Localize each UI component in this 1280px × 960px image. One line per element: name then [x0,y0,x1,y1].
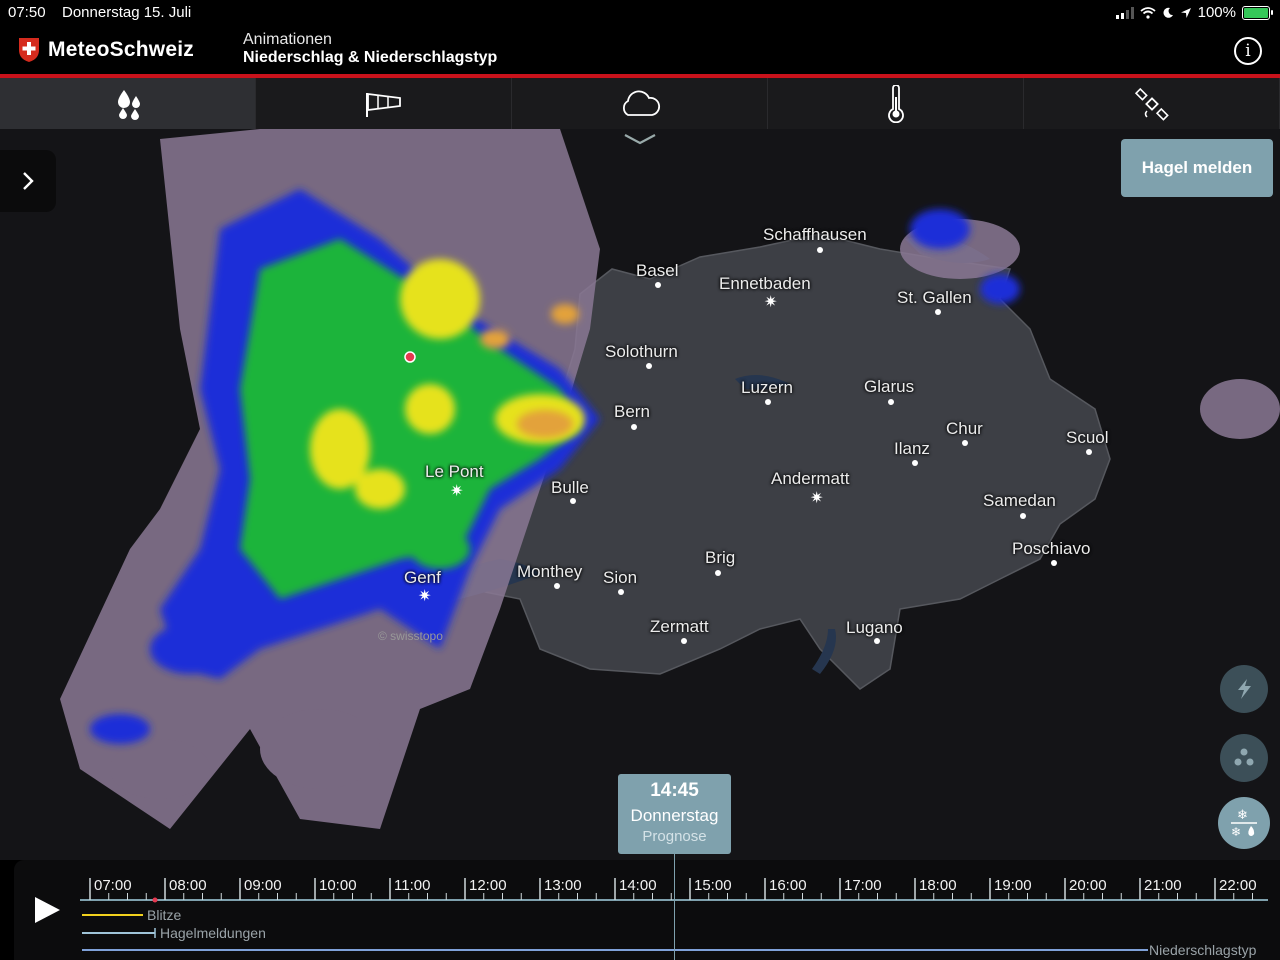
status-time: 07:50 [8,4,46,21]
timeline-tick-label: 07:00 [94,877,132,894]
city-label: Andermatt [771,469,850,488]
location-icon [1180,7,1191,18]
city-label: Brig [705,548,736,567]
timeline-cursor[interactable] [674,854,675,960]
precipitation-icon [117,89,140,120]
current-time-label: 14:45 Donnerstag Prognose [618,774,731,854]
svg-text:✷: ✷ [810,490,823,507]
swiss-shield-icon [19,38,39,62]
map-canvas: ✷ ✷ ✷ ✷ [60,129,1280,829]
windsock-icon [365,92,401,117]
timeline-tick-label: 21:00 [1144,877,1182,894]
city-label: Luzern [741,378,793,397]
tab-clouds[interactable] [512,78,768,129]
city-label: Sion [603,568,638,587]
app-header: MeteoSchweiz Animationen Niederschlag & … [0,26,1280,74]
svg-text:✷: ✷ [418,588,431,605]
page-title-line2: Niederschlag & Niederschlagstyp [243,49,498,66]
wifi-icon [1140,6,1156,19]
status-indicators: 100% [1115,4,1273,21]
legend-lightning: Blitze [147,907,182,923]
snow-rain-icon: ❄ ❄ [1231,807,1257,839]
svg-text:✷: ✷ [450,483,463,500]
city-label: Glarus [864,377,915,396]
city-label: Genf [404,568,441,587]
timeline-tick-label: 11:00 [394,877,431,894]
svg-text:❄: ❄ [1237,807,1248,822]
chevron-right-icon [23,172,34,190]
timeline-scrubber[interactable] [0,860,1280,960]
city-label: Lugano [846,618,903,637]
city-label: Poschiavo [1012,539,1091,558]
city-label: Ilanz [894,439,930,458]
timeline-tick-label: 08:00 [169,877,207,894]
drawer-toggle-button[interactable] [0,150,56,212]
city-label: St. Gallen [897,288,972,307]
forecast-type: Prognose [642,828,707,845]
brand-name: MeteoSchweiz [48,38,194,61]
city-label: Bulle [551,478,589,497]
brand-logo: MeteoSchweiz [18,37,194,63]
legend-hail-reports: Hagelmeldungen [160,925,266,941]
timeline-tick-label: 17:00 [844,877,882,894]
info-icon: i [1245,41,1251,61]
report-hail-button[interactable]: Hagel melden [1121,139,1273,197]
hail-layer-button[interactable] [1220,734,1268,782]
city-label: Monthey [517,562,583,581]
timeline-tick-label: 15:00 [694,877,732,894]
chevron-down-icon[interactable] [622,130,658,150]
city-label: Bern [614,402,650,421]
map-copyright: © swisstopo [378,629,443,643]
status-bar: 07:50 Donnerstag 15. Juli 100% [0,0,1280,26]
page-title: Animationen Niederschlag & Niederschlags… [243,31,497,67]
battery-percent: 100% [1197,4,1236,21]
timeline-tick-label: 16:00 [769,877,807,894]
page-title-line1: Animationen [243,31,332,48]
timeline-tick-label: 12:00 [469,877,507,894]
timeline-tick-label: 20:00 [1069,877,1107,894]
cloud-icon [622,89,660,116]
city-label: Solothurn [605,342,678,361]
lightning-icon [1238,679,1251,699]
city-label: Basel [636,261,679,280]
current-day: Donnerstag [630,806,719,825]
city-label: Le Pont [425,462,484,481]
tab-temperature[interactable] [768,78,1024,129]
city-label: Schaffhausen [763,225,867,244]
signal-icon [1115,6,1134,19]
precip-type-layer-button[interactable]: ❄ ❄ [1218,797,1270,849]
tab-precipitation[interactable] [0,78,256,129]
city-label: Zermatt [650,617,709,636]
tab-wind[interactable] [256,78,512,129]
city-label: Samedan [983,491,1056,510]
hail-icon [1234,748,1254,766]
layer-tabs [0,78,1280,129]
city-label: Ennetbaden [719,274,811,293]
city-label: Chur [946,419,983,438]
timeline-tick-label: 18:00 [919,877,957,894]
city-label: Scuol [1066,428,1109,447]
legend-precip-type: Niederschlagstyp [1149,942,1257,958]
thermometer-icon [887,84,904,123]
status-date: Donnerstag 15. Juli [62,4,192,21]
info-button[interactable]: i [1234,37,1262,65]
moon-icon [1163,7,1173,18]
radar-map[interactable]: ✷ ✷ ✷ ✷ Schaffhausen Basel Ennetbaden St. G… [0,129,1280,860]
timeline-tick-label: 22:00 [1219,877,1257,894]
user-location-marker [404,351,416,363]
battery-icon [1242,5,1273,20]
svg-text:❄: ❄ [1231,825,1241,839]
svg-text:✷: ✷ [764,294,777,311]
current-time: 14:45 [650,780,699,801]
satellite-icon [1134,87,1169,121]
timeline-tick-label: 14:00 [619,877,657,894]
timeline-tick-label: 09:00 [244,877,282,894]
timeline-tick-label: 19:00 [994,877,1032,894]
tab-satellite[interactable] [1024,78,1280,129]
lightning-layer-button[interactable] [1220,665,1268,713]
timeline-tick-label: 13:00 [544,877,582,894]
timeline-tick-label: 10:00 [319,877,357,894]
